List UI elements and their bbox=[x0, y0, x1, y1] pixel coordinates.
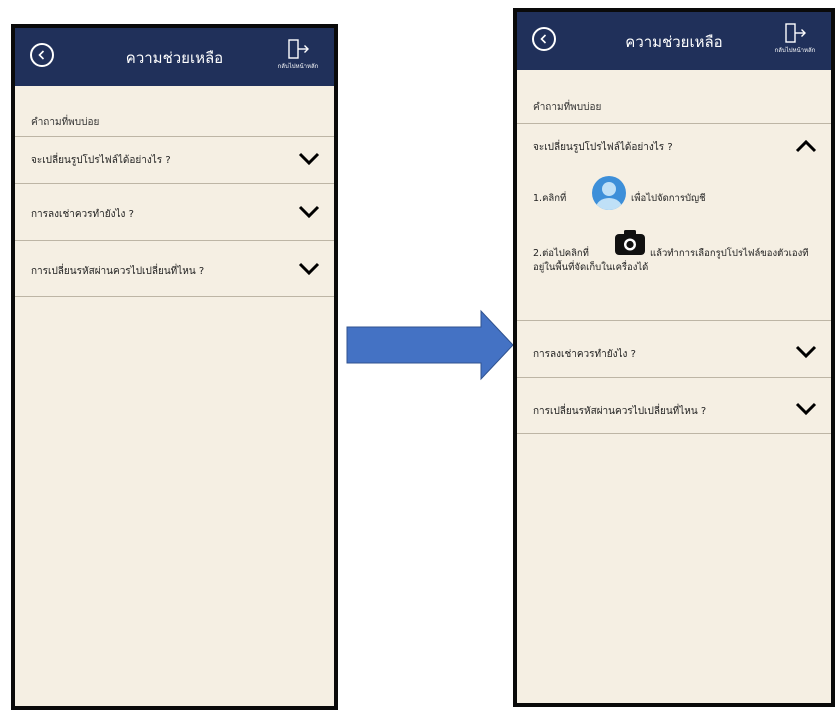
faq-question: การเปลี่ยนรหัสผ่านควรไปเปลี่ยนที่ไหน ? bbox=[533, 406, 707, 417]
faq-item[interactable]: จะเปลี่ยนรูปโปรไฟล์ได้อย่างไร ? bbox=[15, 136, 334, 183]
home-label: กลับไปหน้าหลัก bbox=[774, 47, 816, 54]
profile-avatar-icon bbox=[592, 176, 626, 210]
back-to-home-button[interactable]: กลับไปหน้าหลัก bbox=[268, 38, 328, 78]
faq-item[interactable]: การเปลี่ยนรหัสผ่านควรไปเปลี่ยนที่ไหน ? bbox=[517, 377, 831, 434]
chevron-down-icon bbox=[795, 402, 817, 416]
back-to-home-button[interactable]: กลับไปหน้าหลัก bbox=[765, 22, 825, 62]
faq-question: การเปลี่ยนรหัสผ่านควรไปเปลี่ยนที่ไหน ? bbox=[31, 266, 205, 277]
answer-step2-line2: อยู่ในพื้นที่จัดเก็บในเครื่องได้ bbox=[533, 262, 649, 273]
answer-step1-prefix: 1.คลิกที่ bbox=[533, 193, 567, 204]
faq-question: การลงเช่าควรทำยังไง ? bbox=[31, 209, 134, 220]
answer-step1-suffix: เพื่อไปจัดการบัญชี bbox=[631, 193, 706, 204]
right-screen: ความช่วยเหลือ กลับไปหน้าหลัก คำถามที่พบบ… bbox=[517, 12, 831, 703]
faq-question: การลงเช่าควรทำยังไง ? bbox=[533, 349, 636, 360]
left-phone-frame: ความช่วยเหลือ กลับไปหน้าหลัก คำถามที่พบบ… bbox=[11, 24, 338, 710]
left-screen: ความช่วยเหลือ กลับไปหน้าหลัก คำถามที่พบบ… bbox=[15, 28, 334, 706]
right-phone-frame: ความช่วยเหลือ กลับไปหน้าหลัก คำถามที่พบบ… bbox=[513, 8, 835, 707]
chevron-down-icon bbox=[298, 205, 320, 219]
transition-arrow-icon bbox=[346, 309, 514, 381]
faq-item[interactable]: การลงเช่าควรทำยังไง ? bbox=[15, 183, 334, 240]
faq-item[interactable]: การเปลี่ยนรหัสผ่านควรไปเปลี่ยนที่ไหน ? bbox=[15, 240, 334, 297]
faq-section-title: คำถามที่พบบ่อย bbox=[31, 117, 100, 128]
chevron-up-icon bbox=[795, 139, 817, 153]
faq-item[interactable]: การลงเช่าควรทำยังไง ? bbox=[517, 320, 831, 377]
chevron-down-icon bbox=[298, 262, 320, 276]
app-header: ความช่วยเหลือ กลับไปหน้าหลัก bbox=[15, 28, 334, 86]
exit-door-arrow-icon bbox=[785, 23, 806, 43]
chevron-down-icon bbox=[795, 345, 817, 359]
home-label: กลับไปหน้าหลัก bbox=[277, 63, 319, 70]
answer-step2-suffix: แล้วทำการเลือกรูปโปรไฟล์ของตัวเองที bbox=[650, 248, 809, 259]
faq-question: จะเปลี่ยนรูปโปรไฟล์ได้อย่างไร ? bbox=[533, 142, 673, 153]
camera-icon bbox=[615, 230, 645, 255]
chevron-down-icon bbox=[298, 152, 320, 166]
faq-item-expanded[interactable]: จะเปลี่ยนรูปโปรไฟล์ได้อย่างไร ? 1.คลิกที… bbox=[517, 123, 831, 320]
answer-step2-prefix: 2.ต่อไปคลิกที่ bbox=[533, 248, 589, 259]
faq-question: จะเปลี่ยนรูปโปรไฟล์ได้อย่างไร ? bbox=[31, 155, 171, 166]
exit-door-arrow-icon bbox=[288, 39, 309, 59]
faq-section-title: คำถามที่พบบ่อย bbox=[533, 102, 602, 113]
app-header: ความช่วยเหลือ กลับไปหน้าหลัก bbox=[517, 12, 831, 70]
